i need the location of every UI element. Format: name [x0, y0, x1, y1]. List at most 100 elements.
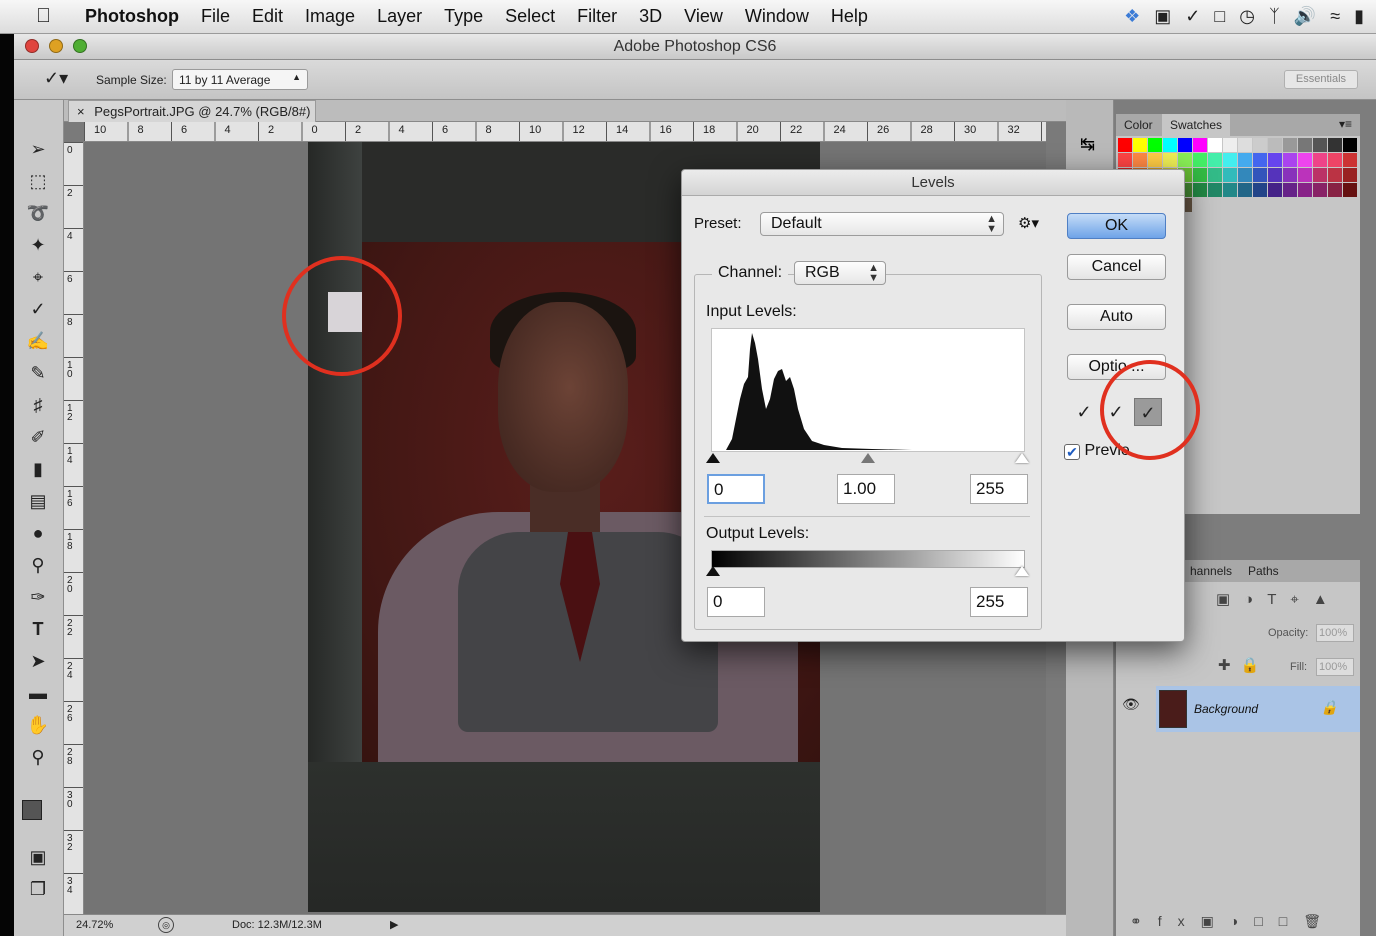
script-icon[interactable]: ✓ — [1185, 6, 1200, 27]
color-swatch[interactable] — [1238, 168, 1252, 182]
color-swatch[interactable] — [1313, 168, 1327, 182]
time-machine-icon[interactable]: ◷ — [1239, 6, 1255, 27]
display-icon[interactable]: □ — [1214, 6, 1225, 27]
color-swatch[interactable] — [1238, 138, 1252, 152]
eraser-tool-icon[interactable]: ▮ — [24, 456, 52, 482]
color-swatch[interactable] — [1193, 168, 1207, 182]
layer-row-background[interactable]: Background 🔒 — [1156, 686, 1360, 732]
output-black-slider[interactable] — [706, 566, 720, 576]
document-tab[interactable]: × PegsPortrait.JPG @ 24.7% (RGB/8#) — [68, 100, 316, 122]
lock-icons[interactable]: ✚🔒 — [1218, 656, 1269, 674]
hand-tool-icon[interactable]: ✋ — [24, 712, 52, 738]
color-swatch[interactable] — [1238, 183, 1252, 197]
color-swatch[interactable] — [1193, 183, 1207, 197]
color-swatch[interactable] — [1118, 138, 1132, 152]
zoom-tool-icon[interactable]: ⚲ — [24, 744, 52, 770]
menu-type[interactable]: Type — [433, 6, 494, 27]
color-swatch[interactable] — [1208, 168, 1222, 182]
foreground-color-swatch[interactable] — [22, 800, 42, 820]
menu-select[interactable]: Select — [494, 6, 566, 27]
preset-select[interactable]: Default ▲ ▼ — [760, 212, 1004, 236]
color-swatch[interactable] — [1223, 183, 1237, 197]
cancel-button[interactable]: Cancel — [1067, 254, 1166, 280]
color-swatch[interactable] — [1328, 168, 1342, 182]
opacity-field[interactable]: 100% — [1316, 624, 1354, 642]
status-menu-arrow-icon[interactable]: ▶ — [390, 918, 398, 931]
brush-tool-icon[interactable]: ✎ — [24, 360, 52, 386]
color-swatch[interactable] — [1193, 153, 1207, 167]
color-swatch[interactable] — [1253, 153, 1267, 167]
preset-options-gear-icon[interactable]: ⚙▾ — [1018, 214, 1039, 232]
menu-photoshop[interactable]: Photoshop — [74, 6, 190, 27]
input-gamma-field[interactable]: 1.00 — [837, 474, 895, 504]
color-swatch[interactable] — [1343, 183, 1357, 197]
path-selection-tool-icon[interactable]: ➤ — [24, 648, 52, 674]
color-swatch[interactable] — [1253, 138, 1267, 152]
dropbox-icon[interactable]: ❖ — [1124, 6, 1140, 27]
color-swatch[interactable] — [1313, 183, 1327, 197]
color-swatch[interactable] — [1328, 138, 1342, 152]
color-swatch[interactable] — [1298, 183, 1312, 197]
menu-extra-icon[interactable]: ▣ — [1154, 6, 1171, 27]
output-white-slider[interactable] — [1015, 566, 1029, 576]
color-swatch[interactable] — [1253, 183, 1267, 197]
color-swatch[interactable] — [1133, 153, 1147, 167]
color-swatch[interactable] — [1268, 183, 1282, 197]
preview-checkbox[interactable]: ✔ — [1064, 444, 1080, 460]
history-panel-icon[interactable]: ↹ — [1080, 134, 1095, 155]
color-swatch[interactable] — [1148, 138, 1162, 152]
color-swatch[interactable] — [1268, 138, 1282, 152]
color-swatch[interactable] — [1223, 153, 1237, 167]
tab-paths[interactable]: Paths — [1240, 560, 1287, 582]
close-tab-icon[interactable]: × — [77, 104, 85, 119]
history-brush-tool-icon[interactable]: ✐ — [24, 424, 52, 450]
rectangle-tool-icon[interactable]: ▬ — [24, 680, 52, 706]
quick-mask-icon[interactable]: ▣ — [24, 844, 52, 870]
marquee-tool-icon[interactable]: ⬚ — [24, 168, 52, 194]
color-swatch[interactable] — [1208, 183, 1222, 197]
color-swatch[interactable] — [1283, 183, 1297, 197]
color-swatch[interactable] — [1178, 153, 1192, 167]
input-white-slider[interactable] — [1015, 453, 1029, 463]
color-swatch[interactable] — [1268, 168, 1282, 182]
eyedropper-tool-icon[interactable]: ✓ — [24, 296, 52, 322]
input-black-field[interactable]: 0 — [707, 474, 765, 504]
color-swatch[interactable] — [1343, 168, 1357, 182]
color-swatch[interactable] — [1118, 153, 1132, 167]
lasso-tool-icon[interactable]: ➰ — [24, 200, 52, 226]
menu-3d[interactable]: 3D — [628, 6, 673, 27]
channel-select[interactable]: RGB ▲ ▼ — [794, 261, 886, 285]
menu-window[interactable]: Window — [734, 6, 820, 27]
menu-view[interactable]: View — [673, 6, 734, 27]
color-swatch[interactable] — [1148, 153, 1162, 167]
output-black-field[interactable]: 0 — [707, 587, 765, 617]
blur-tool-icon[interactable]: ● — [24, 520, 52, 546]
battery-icon[interactable]: ▮ — [1354, 6, 1364, 27]
zoom-level[interactable]: 24.72% — [76, 919, 113, 931]
gradient-tool-icon[interactable]: ▤ — [24, 488, 52, 514]
bluetooth-icon[interactable]: ᛉ — [1269, 6, 1280, 27]
black-point-eyedropper-icon[interactable]: ✓ — [1070, 398, 1098, 426]
quick-select-tool-icon[interactable]: ✦ — [24, 232, 52, 258]
input-white-field[interactable]: 255 — [970, 474, 1028, 504]
color-swatch[interactable] — [1343, 153, 1357, 167]
color-swatch[interactable] — [1238, 153, 1252, 167]
color-swatch[interactable] — [1208, 138, 1222, 152]
healing-brush-tool-icon[interactable]: ✍ — [24, 328, 52, 354]
apple-icon[interactable]:  — [36, 5, 70, 28]
color-swatch[interactable] — [1133, 138, 1147, 152]
color-swatch[interactable] — [1253, 168, 1267, 182]
sample-size-select[interactable]: 11 by 11 Average ▲ — [172, 69, 308, 90]
pen-tool-icon[interactable]: ✑ — [24, 584, 52, 610]
color-swatch[interactable] — [1283, 168, 1297, 182]
tab-swatches[interactable]: Swatches — [1162, 114, 1231, 136]
layer-bottom-icons[interactable]: ⚭fx▣◑□□🗑 — [1130, 913, 1337, 930]
color-swatch[interactable] — [1223, 138, 1237, 152]
status-info-icon[interactable]: ◎ — [158, 917, 174, 933]
menu-edit[interactable]: Edit — [241, 6, 294, 27]
input-gamma-slider[interactable] — [861, 453, 875, 463]
menu-filter[interactable]: Filter — [566, 6, 628, 27]
color-swatch[interactable] — [1283, 153, 1297, 167]
move-tool-icon[interactable]: ➢ — [24, 136, 52, 162]
crop-tool-icon[interactable]: ⌖ — [24, 264, 52, 290]
